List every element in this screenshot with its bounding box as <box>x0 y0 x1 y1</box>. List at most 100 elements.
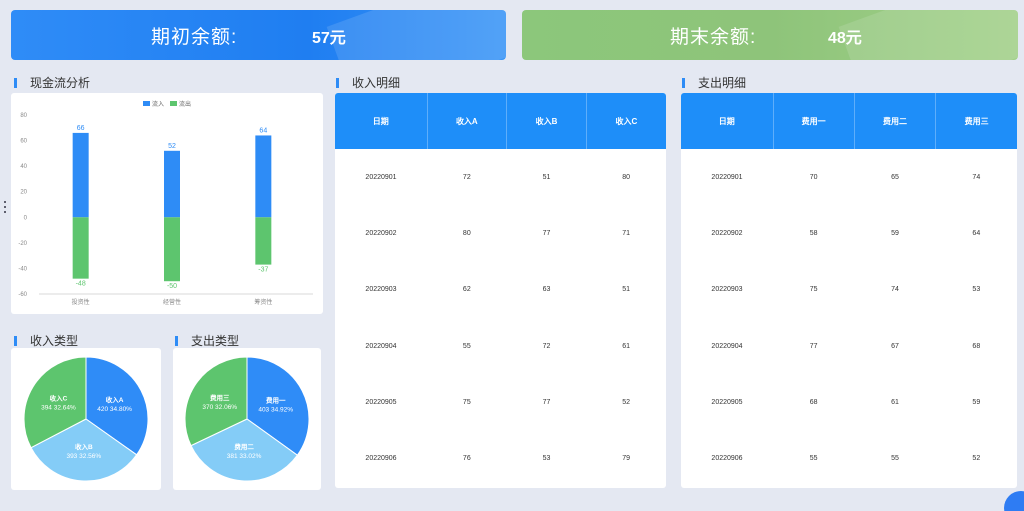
title-bar-icon <box>14 77 17 88</box>
expense-col-3: 费用三 <box>935 93 1017 149</box>
x-tick-label: 筹资性 <box>254 298 272 306</box>
table-cell: 20220901 <box>711 173 743 181</box>
table-cell: 55 <box>891 455 899 463</box>
y-tick-label: 60 <box>20 139 27 145</box>
table-cell: 68 <box>972 342 981 350</box>
table-cell: 64 <box>972 229 981 237</box>
income-type-title-text: 收入类型 <box>30 334 79 348</box>
x-tick-label: 投资性 <box>72 298 90 306</box>
table-cell: 75 <box>809 286 818 294</box>
legend-outflow-label: 流出 <box>179 100 191 108</box>
table-cell: 79 <box>622 455 631 463</box>
table-row: 20220904 55 72 61 <box>335 318 666 374</box>
table-cell: 80 <box>622 173 631 181</box>
table-cell: 58 <box>809 229 818 237</box>
expense-detail-section-title: 支出明细 <box>682 74 746 91</box>
table-row: 20220901 72 51 80 <box>335 149 666 205</box>
pie-slice-value: 394 32.64% <box>41 404 76 411</box>
income-col-b: 收入B <box>506 93 587 149</box>
expense-detail-title-text: 支出明细 <box>698 76 747 90</box>
table-cell: 62 <box>462 286 471 294</box>
data-label-outflow: -50 <box>167 283 177 290</box>
pie-slice-name: 收入B <box>75 442 93 451</box>
table-row: 20220903 62 63 51 <box>335 262 666 318</box>
legend-inflow-swatch <box>143 101 150 106</box>
table-cell: 74 <box>972 173 981 181</box>
table-row: 20220906 76 53 79 <box>335 430 666 486</box>
table-cell: 72 <box>462 173 471 181</box>
table-cell: 75 <box>462 398 471 406</box>
table-cell: 61 <box>622 342 631 350</box>
drag-handle[interactable] <box>4 201 7 216</box>
expense-col-1: 费用一 <box>772 93 855 149</box>
pie-slice-name: 收入A <box>106 395 124 404</box>
table-cell: 72 <box>542 342 551 350</box>
table-cell: 77 <box>542 229 551 237</box>
pie-slice-name: 收入C <box>50 393 68 402</box>
table-row: 20220902 80 77 71 <box>335 205 666 261</box>
y-tick-label: 40 <box>20 164 27 170</box>
table-cell: 53 <box>542 455 551 463</box>
expense-col-date: 日期 <box>681 93 773 149</box>
income-detail-table: 日期 收入A 收入B 收入C 20220901 72 51 80 20220902 80… <box>335 93 666 487</box>
expense-type-section-title: 支出类型 <box>175 332 239 349</box>
income-type-pie-card: 收入A 420 34.80% 收入B 393 32.56% 收入C 394 32.64% <box>11 348 161 490</box>
table-cell: 76 <box>462 455 471 463</box>
opening-balance-value: 57元 <box>312 30 346 47</box>
table-cell: 55 <box>809 455 818 463</box>
table-cell: 20220906 <box>711 455 743 463</box>
table-row: 20220901 70 65 74 <box>681 149 1017 205</box>
table-row: 20220905 68 61 59 <box>681 374 1017 430</box>
income-detail-title-text: 收入明细 <box>352 76 401 90</box>
title-bar-icon <box>14 335 17 346</box>
expense-col-2: 费用二 <box>853 93 936 149</box>
table-cell: 20220904 <box>365 342 397 350</box>
cashflow-bar-chart: 流入 流出 80 60 40 20 0 -20 -40 -60 66 -48 投资性 52 -50 经营性 64… <box>18 100 313 306</box>
table-cell: 53 <box>972 286 981 294</box>
table-cell: 20220903 <box>365 286 397 294</box>
y-tick-label: 0 <box>24 215 28 221</box>
income-detail-section-title: 收入明细 <box>336 74 400 91</box>
bar-inflow <box>164 150 180 218</box>
cashflow-section-title: 现金流分析 <box>14 74 90 91</box>
closing-balance-banner: 期末余额: 48元 <box>522 10 1018 60</box>
income-type-pie-chart: 收入A 420 34.80% 收入B 393 32.56% 收入C 394 32.64% <box>23 356 149 482</box>
table-cell: 20220902 <box>711 229 743 237</box>
legend-inflow-label: 流入 <box>152 100 164 108</box>
table-cell: 52 <box>622 398 631 406</box>
data-label-inflow: 66 <box>77 125 85 132</box>
table-cell: 70 <box>809 173 818 181</box>
title-bar-icon <box>682 77 685 88</box>
bar-inflow <box>72 132 89 218</box>
table-cell: 20220902 <box>365 229 397 237</box>
closing-balance-label: 期末余额: <box>670 27 757 48</box>
bar-outflow <box>164 217 180 282</box>
income-col-c: 收入C <box>585 93 666 149</box>
table-cell: 20220903 <box>711 286 743 294</box>
table-cell: 74 <box>891 286 899 294</box>
table-cell: 77 <box>809 342 818 350</box>
bar-outflow <box>255 217 272 265</box>
bar-outflow <box>72 217 89 279</box>
floating-action-button[interactable] <box>1004 491 1024 511</box>
legend-outflow-swatch <box>170 101 177 106</box>
table-row: 20220902 58 59 64 <box>681 205 1017 261</box>
data-label-inflow: 64 <box>259 127 267 134</box>
expense-type-pie-card: 费用一 403 34.92% 费用二 381 33.02% 费用三 370 32.06% <box>173 348 321 490</box>
closing-balance-value: 48元 <box>828 30 862 47</box>
pie-slice-value: 393 32.56% <box>66 453 101 460</box>
table-cell: 52 <box>972 455 981 463</box>
data-label-outflow: -37 <box>258 267 268 274</box>
title-bar-icon <box>336 77 339 88</box>
pie-slice-name: 费用三 <box>210 393 230 402</box>
table-cell: 51 <box>622 286 631 294</box>
y-tick-label: -60 <box>18 292 27 298</box>
table-row: 20220905 75 77 52 <box>335 374 666 430</box>
table-cell: 67 <box>891 342 899 350</box>
table-cell: 80 <box>462 229 471 237</box>
data-label-outflow: -48 <box>76 281 86 288</box>
table-cell: 20220901 <box>365 173 397 181</box>
table-row: 20220903 75 74 53 <box>681 262 1017 318</box>
income-col-date: 日期 <box>335 93 427 149</box>
expense-detail-table-card: 日期 费用一 费用二 费用三 20220901 70 65 74 20220902 58… <box>681 93 1017 488</box>
